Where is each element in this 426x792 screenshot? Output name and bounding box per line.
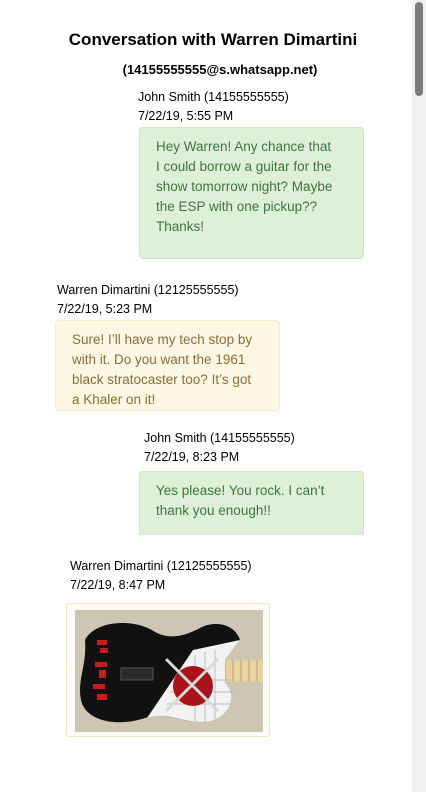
message-meta: Warren Dimartini (12125555555) 7/22/19, … [70, 557, 252, 595]
guitar-photo [75, 610, 263, 732]
message-bubble-outgoing: Hey Warren! Any chance that I could borr… [139, 127, 364, 259]
message-time: 7/22/19, 5:23 PM [57, 302, 153, 316]
message-line: I could borrow a guitar for the [156, 159, 332, 174]
message-meta: Warren Dimartini (12125555555) 7/22/19, … [57, 281, 239, 319]
message-time: 7/22/19, 8:47 PM [70, 578, 166, 592]
scrollbar-thumb[interactable] [415, 2, 423, 96]
message-line: Sure! I’ll have my tech stop by [72, 332, 253, 347]
message-line: Thanks! [156, 219, 205, 234]
scrollbar[interactable] [412, 0, 426, 792]
message-line: the ESP with one pickup?? [156, 199, 318, 214]
image-attachment[interactable] [66, 603, 270, 737]
page-title: Conversation with Warren Dimartini [68, 30, 358, 49]
sender-name: Warren Dimartini (12125555555) [70, 559, 252, 573]
contact-id: (14155555555@s.whatsapp.net) [122, 62, 318, 77]
message-line: with it. Do you want the 1961 [72, 352, 246, 367]
message-line: Hey Warren! Any chance that [156, 139, 332, 154]
message-bubble-outgoing: Yes please! You rock. I can’t thank you … [139, 471, 364, 535]
message-meta: John Smith (14155555555) 7/22/19, 8:23 P… [144, 429, 295, 467]
message-line: thank you enough!! [156, 503, 271, 518]
sender-name: Warren Dimartini (12125555555) [57, 283, 239, 297]
sender-name: John Smith (14155555555) [144, 431, 295, 445]
message-time: 7/22/19, 8:23 PM [144, 450, 240, 464]
message-line: a Khaler on it! [72, 392, 156, 407]
message-line: black stratocaster too? It’s got [72, 372, 252, 387]
message-line: show tomorrow night? Maybe [156, 179, 333, 194]
sender-name: John Smith (14155555555) [138, 90, 289, 104]
message-meta: John Smith (14155555555) 7/22/19, 5:55 P… [138, 88, 289, 126]
message-bubble-incoming: Sure! I’ll have my tech stop by with it.… [55, 320, 280, 411]
message-line: Yes please! You rock. I can’t [156, 483, 325, 498]
message-time: 7/22/19, 5:55 PM [138, 109, 234, 123]
